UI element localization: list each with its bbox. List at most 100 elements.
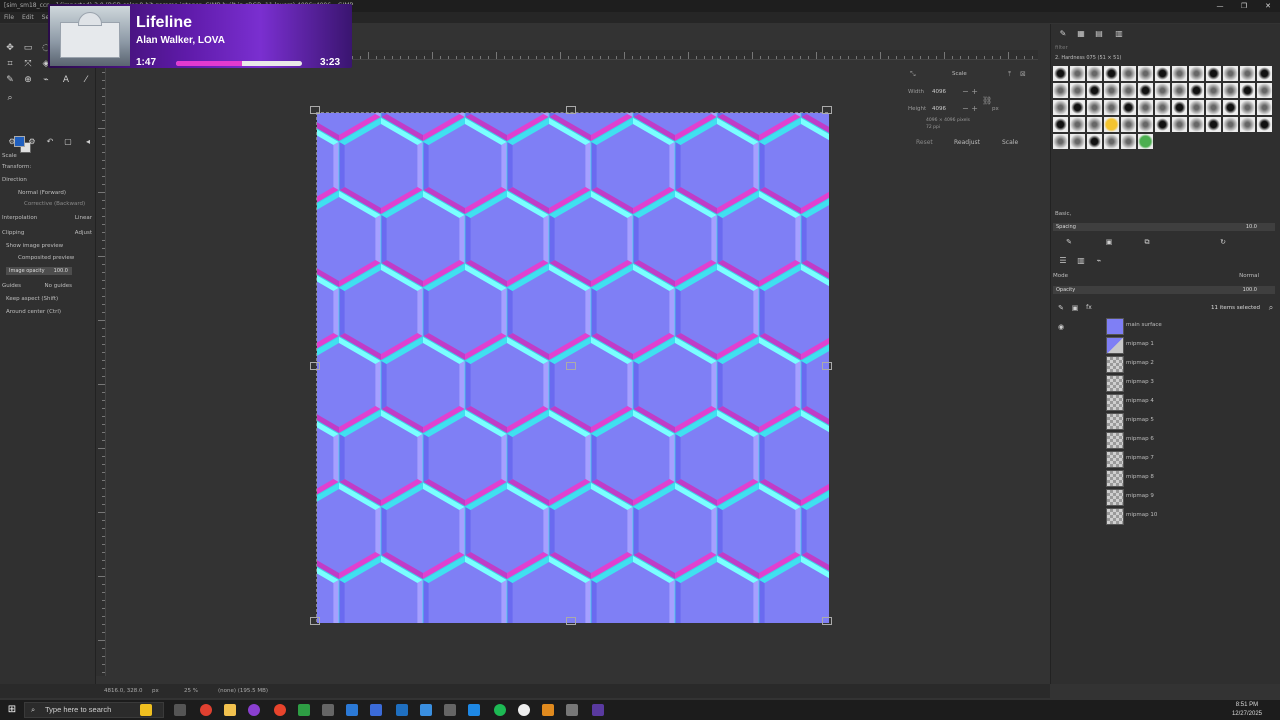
track-progress-bar[interactable]	[176, 61, 302, 66]
visibility-eye-icon[interactable]: ◉	[1055, 321, 1067, 333]
pen-icon[interactable]	[396, 704, 408, 716]
tool-options-tab-icon[interactable]: ⚙	[6, 136, 18, 148]
scale-handle-top[interactable]	[566, 106, 576, 114]
brush-swatch[interactable]	[1257, 83, 1272, 98]
brush-swatch[interactable]	[1104, 83, 1119, 98]
layer-row[interactable]: mipmap 7	[1104, 450, 1274, 469]
brush-swatch[interactable]	[1121, 66, 1136, 81]
layer-row[interactable]: mipmap 8	[1104, 469, 1274, 488]
brush-swatch[interactable]	[1138, 100, 1153, 115]
brush-swatch[interactable]	[1240, 100, 1255, 115]
brush-swatch[interactable]	[1053, 83, 1068, 98]
close-button[interactable]: ✕	[1256, 0, 1280, 12]
brush-swatch[interactable]	[1070, 100, 1085, 115]
direction-corrective-radio[interactable]: Corrective (Backward)	[24, 201, 85, 207]
brush-swatch[interactable]	[1138, 117, 1153, 132]
app-icon-purple[interactable]	[248, 704, 260, 716]
brush-swatch[interactable]	[1257, 100, 1272, 115]
transform-icon[interactable]: ⤧	[22, 58, 34, 70]
brush-swatch[interactable]	[1189, 100, 1204, 115]
copilot-icon[interactable]	[140, 704, 152, 716]
brush-swatch[interactable]	[1104, 117, 1119, 132]
device-status-tab-icon[interactable]: ⚙	[26, 136, 38, 148]
app-icon-blue[interactable]	[370, 704, 382, 716]
system-clock[interactable]: 8:51 PM 12/27/2025	[1232, 701, 1262, 719]
minimize-button[interactable]: —	[1208, 0, 1232, 12]
task-view-icon[interactable]	[174, 704, 186, 716]
brush-swatch[interactable]	[1104, 66, 1119, 81]
width-stepper[interactable]: − +	[962, 87, 978, 96]
brush-swatch[interactable]	[1223, 100, 1238, 115]
direction-normal-radio[interactable]: Normal (Forward)	[18, 190, 66, 196]
clone-icon[interactable]: ⊕	[22, 74, 34, 86]
refresh-brushes-icon[interactable]: ↻	[1217, 236, 1229, 248]
paint-icon[interactable]: ✎	[4, 74, 16, 86]
brush-swatch[interactable]	[1223, 66, 1238, 81]
keep-aspect-checkbox[interactable]: Keep aspect (Shift)	[6, 296, 58, 302]
fx-icon[interactable]: fx	[1083, 302, 1095, 314]
lock-position-icon[interactable]: ▣	[1069, 302, 1081, 314]
layer-row[interactable]: mipmap 9	[1104, 488, 1274, 507]
layer-row[interactable]: mipmap 5	[1104, 412, 1274, 431]
app-icon-violet[interactable]	[592, 704, 604, 716]
spotify-icon[interactable]	[494, 704, 506, 716]
app-icon-green[interactable]	[298, 704, 310, 716]
crop-icon[interactable]: ⌗	[4, 58, 16, 70]
color-picker-icon[interactable]: ⁄	[80, 74, 92, 86]
scale-button[interactable]: Scale	[1002, 139, 1018, 146]
brush-swatch[interactable]	[1138, 83, 1153, 98]
brush-swatch[interactable]	[1087, 83, 1102, 98]
brush-swatch[interactable]	[1087, 66, 1102, 81]
layer-search-icon[interactable]: ⌕	[1265, 302, 1277, 314]
lock-pixels-icon[interactable]: ✎	[1055, 302, 1067, 314]
brush-swatch[interactable]	[1121, 100, 1136, 115]
brush-swatch[interactable]	[1053, 100, 1068, 115]
brush-swatch[interactable]	[1053, 66, 1068, 81]
brush-swatch[interactable]	[1155, 100, 1170, 115]
app-icon-light-blue[interactable]	[420, 704, 432, 716]
layers-tab-icon[interactable]: ☰	[1057, 255, 1069, 267]
menu-file[interactable]: File	[4, 12, 14, 23]
new-brush-icon[interactable]: ▣	[1103, 236, 1115, 248]
unit-select[interactable]: px	[992, 106, 999, 112]
brush-swatch[interactable]	[1206, 117, 1221, 132]
paths-tab-icon[interactable]: ⌁	[1093, 255, 1105, 267]
layer-mode-select[interactable]: Mode Normal	[1053, 272, 1275, 281]
chrome-icon[interactable]	[200, 704, 212, 716]
gimp-taskbar-icon[interactable]	[444, 704, 456, 716]
layer-row[interactable]: mipmap 6	[1104, 431, 1274, 450]
maximize-button[interactable]: ❐	[1232, 0, 1256, 12]
store-icon[interactable]	[468, 704, 480, 716]
brush-swatch[interactable]	[1155, 83, 1170, 98]
brush-swatch[interactable]	[1223, 117, 1238, 132]
layer-row[interactable]: mipmap 2	[1104, 355, 1274, 374]
brush-swatch[interactable]	[1104, 100, 1119, 115]
brush-swatch[interactable]	[1087, 134, 1102, 149]
brush-swatch[interactable]	[1138, 134, 1153, 149]
move-tool-icon[interactable]: ✥	[4, 42, 16, 54]
show-image-preview-checkbox[interactable]: Show image preview	[6, 243, 63, 249]
vscode-icon[interactable]	[346, 704, 358, 716]
scale-handle-top-left[interactable]	[310, 106, 320, 114]
brush-spacing-slider[interactable]: Spacing 10.0	[1053, 223, 1275, 231]
paths-icon[interactable]: ⌁	[40, 74, 52, 86]
brush-swatch[interactable]	[1257, 117, 1272, 132]
brush-swatch[interactable]	[1138, 66, 1153, 81]
brush-tag-input[interactable]: Basic,	[1055, 211, 1071, 217]
brush-swatch[interactable]	[1070, 134, 1085, 149]
brush-swatch[interactable]	[1206, 83, 1221, 98]
layer-opacity-slider[interactable]: Opacity 100.0	[1053, 286, 1275, 294]
around-center-checkbox[interactable]: Around center (Ctrl)	[6, 309, 61, 315]
brush-swatch[interactable]	[1104, 134, 1119, 149]
scale-handle-bottom[interactable]	[566, 617, 576, 625]
height-stepper[interactable]: − +	[962, 104, 978, 113]
brush-swatch[interactable]	[1172, 66, 1187, 81]
app-icon-gray[interactable]	[566, 704, 578, 716]
blender-icon[interactable]	[542, 704, 554, 716]
layer-row[interactable]: main surface	[1104, 317, 1274, 336]
clipping-select[interactable]: Clipping Adjust	[2, 229, 94, 238]
vertical-ruler[interactable]	[96, 60, 106, 676]
file-explorer-icon[interactable]	[224, 704, 236, 716]
zoom-select[interactable]: 25 %	[184, 684, 198, 698]
readjust-button[interactable]: Readjust	[954, 139, 980, 146]
